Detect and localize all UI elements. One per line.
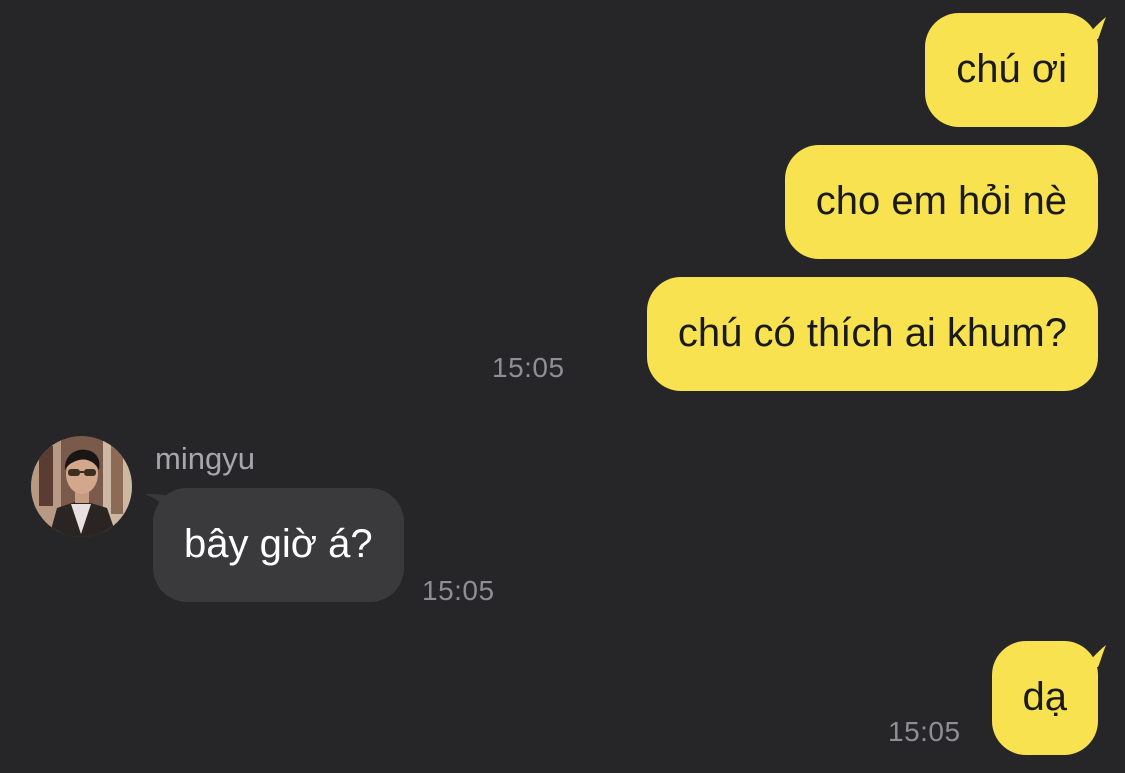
message-bubble-outgoing[interactable]: cho em hỏi nè: [784, 145, 1098, 259]
message-text: cho em hỏi nè: [815, 179, 1067, 223]
message-timestamp: 15:05: [492, 352, 565, 383]
message-bubble-outgoing[interactable]: chú ơi: [925, 13, 1098, 127]
message-bubble-outgoing[interactable]: chú có thích ai khum?: [646, 277, 1098, 391]
message-timestamp: 15:05: [888, 716, 961, 747]
sender-name: mingyu: [155, 441, 255, 476]
user-photo-avatar[interactable]: [31, 436, 132, 537]
message-text: bây giờ á?: [184, 522, 373, 566]
message-text: chú ơi: [956, 47, 1067, 91]
message-bubble-incoming[interactable]: bây giờ á?: [153, 488, 404, 602]
message-bubble-outgoing[interactable]: dạ: [991, 641, 1098, 755]
message-timestamp: 15:05: [422, 575, 495, 606]
message-text: chú có thích ai khum?: [677, 311, 1067, 355]
message-text: dạ: [1022, 675, 1068, 719]
chat-thread: chú ơi cho em hỏi nè chú có thích ai khu…: [0, 0, 1125, 773]
